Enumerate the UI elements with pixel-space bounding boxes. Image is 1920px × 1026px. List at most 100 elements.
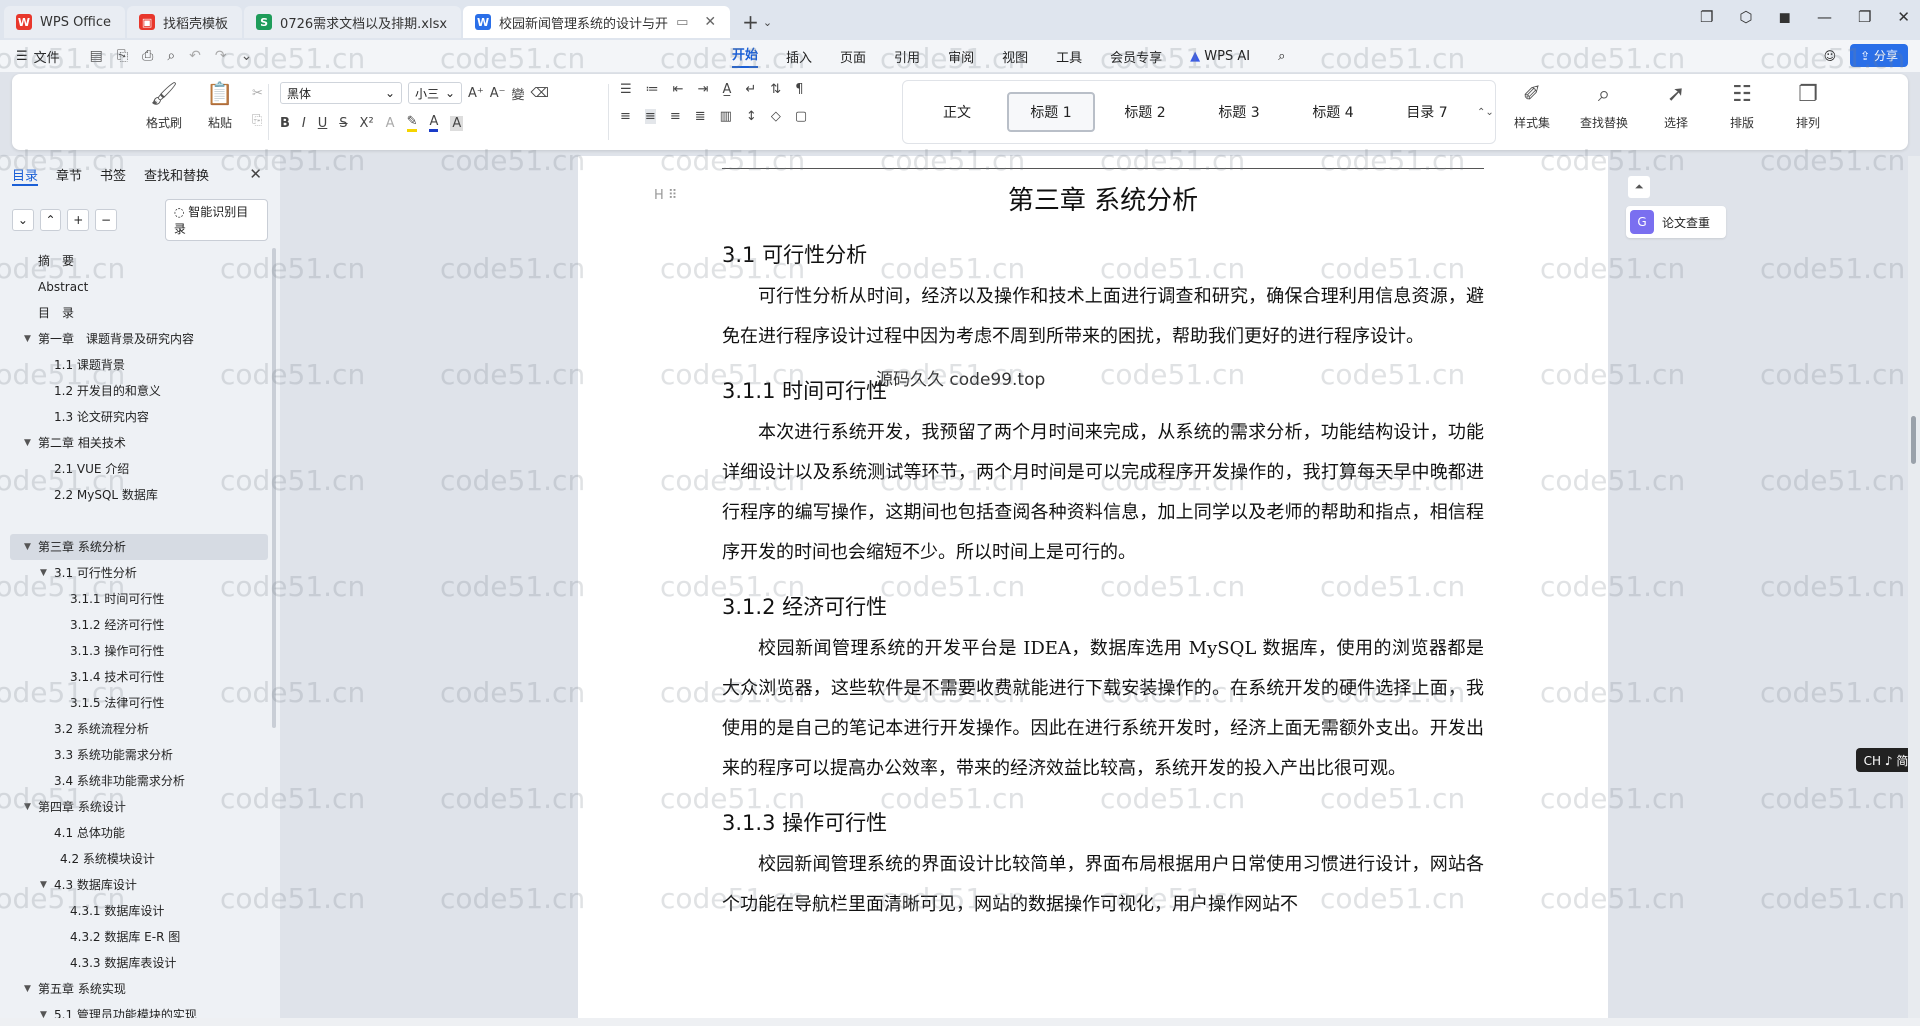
- export-icon[interactable]: ⎘: [117, 48, 128, 64]
- expand-arrow-icon[interactable]: ▼: [40, 560, 47, 586]
- distribute-icon[interactable]: ▥: [720, 109, 732, 124]
- cut-icon[interactable]: ✂: [252, 86, 263, 101]
- numbered-list-icon[interactable]: ≔: [646, 82, 659, 97]
- heading-marker[interactable]: H ⠿: [654, 188, 677, 203]
- restore-window-icon[interactable]: ❐: [1700, 8, 1713, 26]
- add-level-icon[interactable]: +: [67, 209, 90, 231]
- tab-insert[interactable]: 插入: [786, 47, 812, 66]
- tab-home[interactable]: 开始: [732, 44, 759, 68]
- style-set-button[interactable]: ✐ 样式集: [1508, 82, 1556, 131]
- expand-arrow-icon[interactable]: ▼: [24, 794, 31, 820]
- style-heading-1[interactable]: 标题 1: [1007, 92, 1095, 132]
- decrease-indent-icon[interactable]: ⇤: [673, 82, 684, 97]
- close-tab-icon[interactable]: ✕: [704, 14, 716, 30]
- more-chevron-icon[interactable]: ⌄: [241, 48, 253, 64]
- tab-spreadsheet[interactable]: S 0726需求文档以及排期.xlsx: [244, 6, 462, 38]
- toc-item[interactable]: 目 录: [10, 300, 268, 326]
- bullet-list-icon[interactable]: ☰: [620, 82, 632, 97]
- toc-item[interactable]: 3.1.3 操作可行性: [10, 638, 268, 664]
- toc-item[interactable]: [10, 508, 268, 534]
- char-shading-icon[interactable]: A: [450, 115, 464, 131]
- toc-item[interactable]: 3.1.4 技术可行性: [10, 664, 268, 690]
- toc-item[interactable]: ▼ 3.1 可行性分析: [10, 560, 268, 586]
- toc-item[interactable]: 4.3.2 数据库 E-R 图: [10, 924, 268, 950]
- toc-item[interactable]: ▼ 第一章 课题背景及研究内容: [10, 326, 268, 352]
- strikethrough-icon[interactable]: S: [339, 116, 347, 131]
- panel-scrollbar[interactable]: [272, 248, 276, 728]
- layout-button[interactable]: ☷ 排版: [1718, 82, 1766, 131]
- font-color-icon[interactable]: A: [429, 114, 439, 132]
- toc-item[interactable]: 3.2 系统流程分析: [10, 716, 268, 742]
- minimize-icon[interactable]: —: [1817, 8, 1832, 26]
- close-panel-icon[interactable]: ✕: [249, 165, 262, 183]
- chinese-layout-icon[interactable]: A̲: [722, 82, 731, 97]
- bold-icon[interactable]: B: [280, 116, 290, 131]
- expand-arrow-icon[interactable]: ▼: [24, 976, 31, 1002]
- close-window-icon[interactable]: ✕: [1897, 8, 1910, 26]
- increase-indent-icon[interactable]: ⇥: [698, 82, 709, 97]
- toc-item[interactable]: 4.1 总体功能: [10, 820, 268, 846]
- font-name-select[interactable]: 黑体 ⌄: [280, 82, 402, 104]
- style-heading-2[interactable]: 标题 2: [1101, 92, 1189, 132]
- toc-item[interactable]: 4.3.1 数据库设计: [10, 898, 268, 924]
- toc-item[interactable]: 摘 要: [10, 248, 268, 274]
- tab-wps-office[interactable]: W WPS Office: [4, 6, 126, 38]
- toc-item[interactable]: 1.1 课题背景: [10, 352, 268, 378]
- style-toc-7[interactable]: 目录 7: [1383, 92, 1471, 132]
- shading-icon[interactable]: ◇: [771, 109, 781, 124]
- toc-item[interactable]: Abstract: [10, 274, 268, 300]
- smart-toc-button[interactable]: ◌ 智能识别目录: [164, 199, 268, 241]
- toc-item[interactable]: 1.2 开发目的和意义: [10, 378, 268, 404]
- font-size-select[interactable]: 小三 ⌄: [408, 82, 462, 104]
- tab-document[interactable]: W 校园新闻管理系统的设计与开 ▭ ✕: [463, 6, 731, 38]
- copy-icon[interactable]: ⎘: [252, 113, 263, 128]
- style-normal[interactable]: 正文: [913, 92, 1001, 132]
- tab-page[interactable]: 页面: [840, 47, 866, 66]
- toc-item[interactable]: 4.3.3 数据库表设计: [10, 950, 268, 976]
- tab-template[interactable]: ▣ 找稻壳模板: [127, 6, 243, 38]
- style-heading-3[interactable]: 标题 3: [1195, 92, 1283, 132]
- style-heading-4[interactable]: 标题 4: [1289, 92, 1377, 132]
- tab-member[interactable]: 会员专享: [1110, 47, 1162, 66]
- share-button[interactable]: ⇪ 分享: [1850, 44, 1908, 67]
- document-scrollbar[interactable]: [1908, 156, 1920, 1018]
- toc-item[interactable]: 3.1.1 时间可行性: [10, 586, 268, 612]
- print-icon[interactable]: ⎙: [142, 48, 153, 64]
- nav-tab-find[interactable]: 查找和替换: [144, 165, 209, 186]
- toc-item[interactable]: ▼ 第二章 相关技术: [10, 430, 268, 456]
- nav-tab-toc[interactable]: 目录: [12, 165, 39, 186]
- collapse-up-icon[interactable]: ⌃: [39, 209, 62, 231]
- nav-tab-chapters[interactable]: 章节: [56, 165, 82, 186]
- preview-icon[interactable]: ⌕: [167, 48, 175, 64]
- toc-item[interactable]: ▼ 第五章 系统实现: [10, 976, 268, 1002]
- toc-item[interactable]: 1.3 论文研究内容: [10, 404, 268, 430]
- tab-review[interactable]: 审阅: [948, 47, 974, 66]
- toc-item[interactable]: ▼ 4.3 数据库设计: [10, 872, 268, 898]
- expand-arrow-icon[interactable]: ▼: [24, 430, 31, 456]
- align-left-icon[interactable]: ≡: [620, 109, 631, 124]
- new-tab-icon[interactable]: + ⌄: [732, 6, 782, 38]
- paste-button[interactable]: 📋 粘贴: [196, 82, 244, 131]
- ime-indicator[interactable]: CH ♪ 简: [1856, 748, 1916, 772]
- cube-icon[interactable]: ⬡: [1739, 8, 1752, 26]
- expand-arrow-icon[interactable]: ▼: [24, 534, 31, 560]
- tab-references[interactable]: 引用: [894, 47, 920, 66]
- underline-icon[interactable]: U: [318, 116, 328, 131]
- italic-icon[interactable]: I: [302, 116, 306, 131]
- maximize-icon[interactable]: ❐: [1858, 8, 1871, 26]
- wps-ai-button[interactable]: ▲ WPS AI: [1190, 49, 1250, 64]
- line-spacing-icon[interactable]: ↕: [746, 109, 757, 124]
- text-effect-icon[interactable]: A: [386, 116, 395, 131]
- toc-item[interactable]: ▼ 第四章 系统设计: [10, 794, 268, 820]
- chat-icon[interactable]: ☺: [1824, 49, 1837, 63]
- search-icon[interactable]: ⌕: [1278, 49, 1285, 64]
- phonetic-icon[interactable]: 變: [512, 84, 525, 103]
- justify-icon[interactable]: ≣: [695, 109, 706, 124]
- expand-down-icon[interactable]: ⌄: [12, 209, 34, 231]
- grow-font-icon[interactable]: A⁺: [468, 86, 484, 101]
- scroll-top-icon[interactable]: ⏶: [1628, 176, 1650, 198]
- clear-format-icon[interactable]: ⌫: [531, 86, 549, 101]
- toc-item[interactable]: 3.1.2 经济可行性: [10, 612, 268, 638]
- show-marks-icon[interactable]: ¶: [795, 82, 803, 97]
- select-button[interactable]: ➚ 选择: [1652, 82, 1700, 131]
